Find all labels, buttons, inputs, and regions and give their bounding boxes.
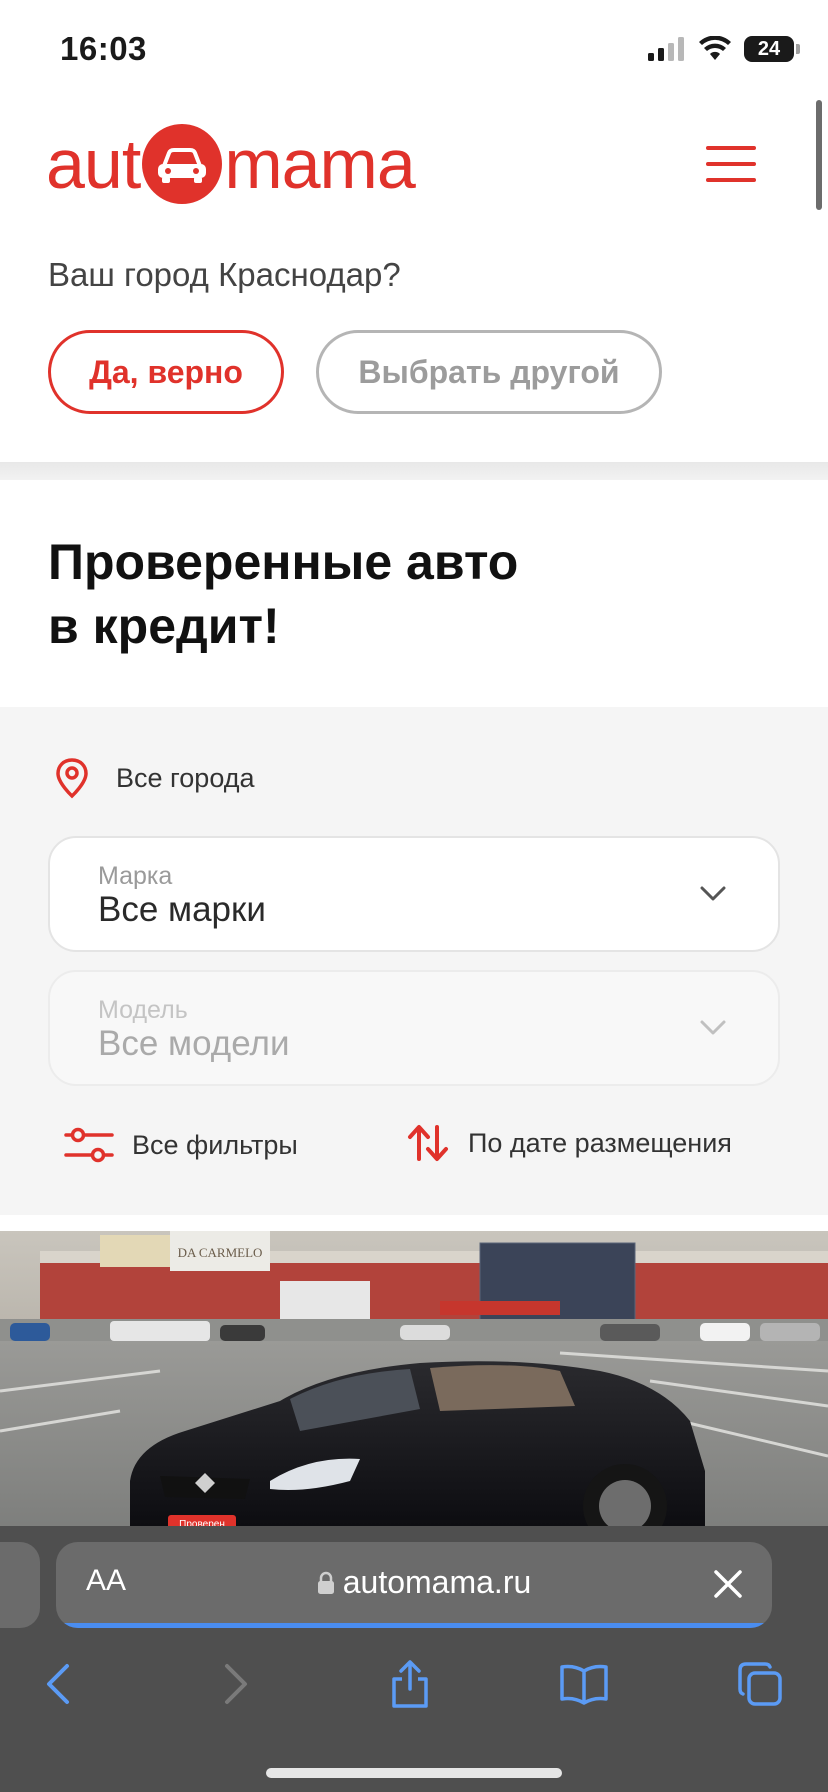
- page-load-progress: [56, 1623, 772, 1628]
- choose-other-city-button[interactable]: Выбрать другой: [316, 330, 662, 414]
- model-select-value: Все модели: [98, 1024, 290, 1063]
- page-title-line2: в кредит!: [48, 598, 280, 654]
- chevron-left-icon: [47, 1664, 69, 1704]
- browser-nav-row: [0, 1654, 828, 1724]
- section-divider: [0, 462, 828, 480]
- status-icons: 24: [648, 36, 800, 62]
- status-time: 16:03: [60, 30, 147, 67]
- share-button[interactable]: [380, 1654, 440, 1714]
- home-indicator[interactable]: [266, 1768, 562, 1778]
- hamburger-menu-icon[interactable]: [706, 146, 756, 182]
- car-icon: [142, 124, 223, 204]
- book-icon: [560, 1664, 608, 1705]
- url-text: automama.ru: [342, 1564, 532, 1600]
- brand-select-label: Марка: [98, 862, 173, 890]
- logo[interactable]: aut mama: [46, 124, 416, 204]
- bookmarks-button[interactable]: [554, 1654, 614, 1714]
- wifi-icon: [699, 36, 731, 60]
- confirm-city-button[interactable]: Да, верно: [48, 330, 284, 414]
- share-icon: [392, 1660, 428, 1708]
- chevron-down-icon: [700, 1020, 726, 1035]
- location-pin-icon: [56, 758, 88, 799]
- car-listing-photo[interactable]: DA CARMELO Проверен: [0, 1231, 828, 1531]
- forward-button[interactable]: [206, 1654, 266, 1714]
- lock-icon: [317, 1571, 334, 1594]
- page: 16:03 24 aut mama Ваш город Краснодар? Д…: [0, 0, 828, 1792]
- all-filters-label: Все фильтры: [132, 1129, 298, 1160]
- city-selector-label: Все города: [116, 762, 255, 793]
- sort-label: По дате размещения: [468, 1127, 732, 1158]
- all-filters-button[interactable]: Все фильтры: [64, 1127, 298, 1163]
- logo-text-part1: aut: [46, 125, 141, 203]
- model-select[interactable]: Модель Все модели: [48, 970, 780, 1086]
- brand-select-value: Все марки: [98, 890, 266, 929]
- car-photo-illustration: DA CARMELO Проверен: [0, 1231, 828, 1531]
- page-title-line1: Проверенные авто: [48, 534, 519, 590]
- sort-button[interactable]: По дате размещения: [406, 1123, 732, 1163]
- address-bar[interactable]: AA automama.ru: [56, 1542, 772, 1628]
- previous-tab-peek[interactable]: [0, 1542, 40, 1628]
- logo-text-part2: mama: [224, 125, 415, 203]
- city-question: Ваш город Краснодар?: [48, 256, 401, 293]
- city-selector[interactable]: Все города: [54, 757, 255, 799]
- section-gap: [0, 1215, 828, 1231]
- signal-icon: [648, 37, 684, 61]
- filters-sliders-icon: [64, 1127, 114, 1163]
- chevron-down-icon: [700, 886, 726, 901]
- tabs-button[interactable]: [730, 1654, 790, 1714]
- chevron-right-icon: [225, 1664, 247, 1704]
- back-button[interactable]: [28, 1654, 88, 1714]
- sign-text: DA CARMELO: [178, 1245, 263, 1260]
- page-scrollbar[interactable]: [816, 100, 822, 210]
- page-title: Проверенные авто в кредит!: [48, 530, 518, 658]
- tabs-icon: [738, 1662, 782, 1706]
- filter-section: Все города Марка Все марки Модель Все мо…: [0, 707, 828, 1215]
- browser-toolbar: AA automama.ru: [0, 1526, 828, 1792]
- battery-icon: 24: [744, 36, 800, 62]
- sort-arrows-icon: [408, 1125, 448, 1161]
- close-icon[interactable]: [712, 1568, 744, 1600]
- status-bar: 16:03 24: [0, 0, 828, 100]
- address-bar-url: automama.ru: [56, 1564, 772, 1601]
- model-select-label: Модель: [98, 996, 188, 1024]
- brand-select[interactable]: Марка Все марки: [48, 836, 780, 952]
